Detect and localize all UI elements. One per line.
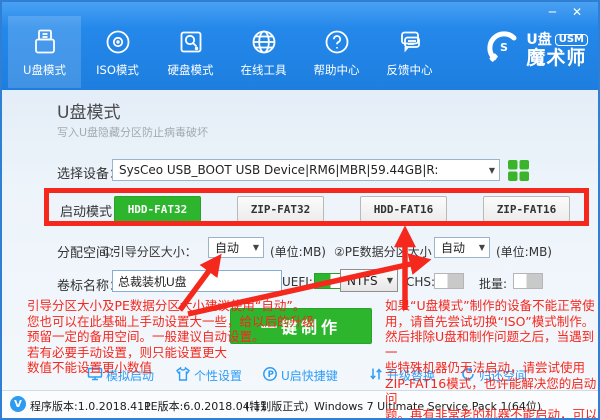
tab-feedback-center[interactable]: 反馈中心: [373, 16, 446, 88]
dropdown-arrow-icon: ▼: [478, 243, 485, 252]
chs-label: CHS:: [406, 275, 436, 289]
hotkey-button[interactable]: P U启快捷键: [262, 366, 338, 385]
version-badge-icon: V: [10, 396, 26, 412]
pe-partition-label: ②PE数据分区大小: [334, 245, 432, 259]
tab-usb-mode[interactable]: U盘模式: [8, 16, 81, 88]
toolbar-tabs: U盘模式 ISO模式 硬盘模式 在线工具 帮助中心 反馈中心: [8, 16, 446, 88]
volume-name-input[interactable]: [112, 270, 282, 292]
up-down-arrows-icon: [368, 366, 387, 385]
pe-partition-unit: (单位:MB): [496, 245, 552, 259]
refresh-device-button[interactable]: [508, 160, 529, 185]
tab-label: U盘模式: [23, 62, 66, 77]
hotkey-circle-icon: P: [262, 366, 281, 385]
action-label: 归还空间: [479, 369, 528, 383]
usb-drive-icon: [30, 27, 60, 57]
boot-mode-hdd-fat32[interactable]: HDD-FAT32: [114, 196, 201, 222]
minimize-button[interactable]: ─: [549, 4, 556, 20]
tab-hdd-mode[interactable]: 硬盘模式: [154, 16, 227, 88]
filesystem-value: NTFS: [347, 273, 378, 288]
dropdown-arrow-icon: ▼: [252, 243, 259, 252]
tshirt-icon: [175, 366, 194, 385]
program-version: 程序版本:1.0.2018.411: [30, 400, 152, 413]
svg-text:S: S: [500, 41, 508, 54]
tab-label: 帮助中心: [313, 62, 360, 77]
personal-settings-button[interactable]: 个性设置: [175, 366, 242, 385]
upgrade-replace-button[interactable]: 升级替换: [368, 366, 435, 385]
uefi-label: UEFI:: [282, 275, 313, 289]
tab-help-center[interactable]: 帮助中心: [300, 16, 373, 88]
iso-disc-icon: [103, 27, 133, 57]
pe-partition-size-select[interactable]: 自动 ▼: [434, 237, 490, 258]
dropdown-arrow-icon: ▼: [386, 276, 393, 285]
tab-label: 硬盘模式: [167, 62, 214, 77]
action-label: 模拟启动: [106, 369, 155, 383]
action-label: 个性设置: [194, 369, 243, 383]
one-key-make-button[interactable]: 一键制作: [230, 308, 372, 344]
pe-partition-size-value: 自动: [441, 241, 466, 255]
tab-label: 在线工具: [240, 62, 287, 77]
action-label: 升级替换: [387, 369, 436, 383]
simulate-boot-button[interactable]: 模拟启动: [87, 366, 154, 385]
device-select-value: SysCeo USB_BOOT USB Device|RM6|MBR|59.44…: [119, 163, 439, 177]
status-bar: V 程序版本:1.0.2018.411 PE版本:6.0.2018.04.11 …: [2, 390, 598, 418]
chs-toggle[interactable]: [434, 273, 464, 289]
chat-bubbles-icon: [395, 27, 425, 57]
boot-partition-unit: (单位:MB): [270, 245, 326, 259]
tab-online-tools[interactable]: 在线工具: [227, 16, 300, 88]
boot-partition-size-value: 自动: [215, 241, 240, 255]
tab-label: 反馈中心: [386, 62, 433, 77]
hard-disk-icon: [176, 27, 206, 57]
boot-mode-hdd-fat16[interactable]: HDD-FAT16: [360, 196, 447, 222]
question-mark-icon: [322, 27, 352, 57]
tab-iso-mode[interactable]: ISO模式: [81, 16, 154, 88]
magnet-icon: S: [484, 28, 520, 72]
edition-text: (特别版正式): [245, 400, 309, 413]
return-space-button[interactable]: 归还空间: [460, 366, 527, 385]
dropdown-arrow-icon: ▼: [488, 165, 495, 175]
page-subtitle: 写入U盘隐藏分区防止病毒破坏: [57, 126, 209, 139]
boot-mode-zip-fat32[interactable]: ZIP-FAT32: [237, 196, 324, 222]
globe-icon: [249, 27, 279, 57]
close-button[interactable]: ✕: [572, 4, 582, 20]
page-title: U盘模式: [57, 103, 121, 123]
logo-line1: U盘: [526, 31, 552, 48]
batch-label: 批量:: [479, 277, 508, 291]
logo-badge: USM: [554, 33, 588, 46]
svg-text:P: P: [268, 370, 274, 380]
app-window: ─ ✕ U盘模式 ISO模式 硬盘模式 在线工具 帮助中心 反馈中心 S U盘 …: [0, 0, 600, 420]
boot-partition-size-select[interactable]: 自动 ▼: [208, 237, 264, 258]
app-logo: S U盘 USM 魔术师: [484, 28, 588, 72]
logo-line2: 魔术师: [526, 46, 587, 69]
device-select[interactable]: SysCeo USB_BOOT USB Device|RM6|MBR|59.44…: [112, 159, 500, 181]
boot-mode-zip-fat16[interactable]: ZIP-FAT16: [483, 196, 570, 222]
tab-label: ISO模式: [96, 62, 139, 77]
toolbar: ─ ✕ U盘模式 ISO模式 硬盘模式 在线工具 帮助中心 反馈中心 S U盘 …: [2, 2, 598, 90]
circular-arrow-icon: [460, 366, 479, 385]
monitor-icon: [87, 366, 106, 385]
filesystem-select[interactable]: NTFS ▼: [340, 269, 398, 292]
batch-toggle[interactable]: [513, 273, 543, 289]
os-text: Windows 7 Ultimate Service Pack 1(64位): [314, 400, 542, 413]
boot-mode-options: HDD-FAT32 ZIP-FAT32 HDD-FAT16 ZIP-FAT16: [114, 196, 570, 222]
action-label: U启快捷键: [281, 369, 338, 383]
boot-partition-label: ①引导分区大小：: [102, 245, 197, 259]
